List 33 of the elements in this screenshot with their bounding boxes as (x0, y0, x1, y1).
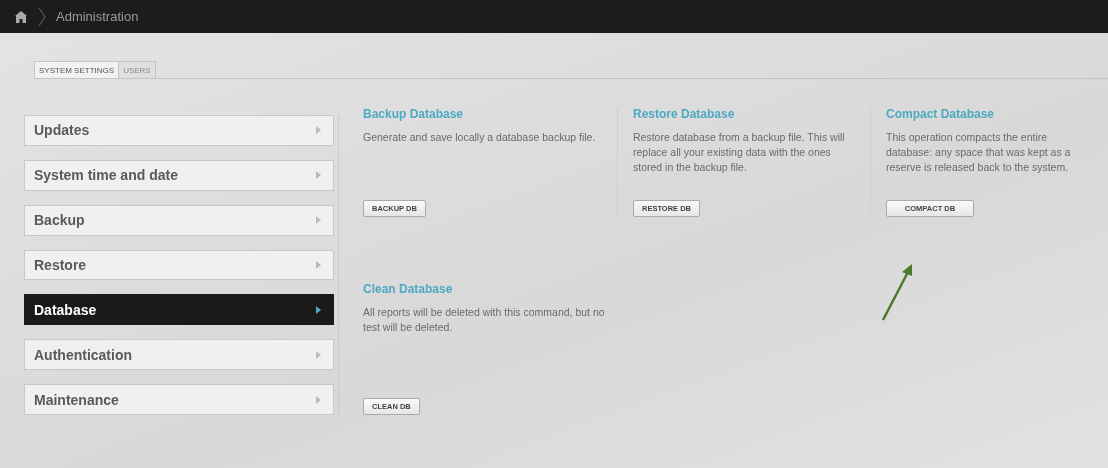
triangle-icon (316, 350, 321, 359)
sidebar-item[interactable]: Authentication (24, 339, 334, 371)
sidebar-item-label: Backup (34, 212, 85, 229)
triangle-icon (316, 395, 321, 404)
home-icon[interactable] (14, 9, 28, 24)
tab[interactable]: SYSTEM SETTINGS (34, 61, 120, 78)
sidebar-item[interactable]: Maintenance (24, 384, 334, 415)
section-title: Restore Database (633, 107, 736, 121)
section-title: Compact Database (886, 107, 996, 121)
section-description: Generate and save locally a database backup file. (363, 130, 597, 145)
sidebar-item-label: Authentication (34, 346, 132, 363)
triangle-icon (316, 216, 321, 225)
triangle-icon (316, 126, 321, 135)
breadcrumb-title: Administration (56, 9, 139, 24)
triangle-icon (316, 261, 321, 269)
chevron-icon (38, 6, 46, 27)
sidebar-item[interactable]: Restore (24, 249, 334, 281)
sidebar-item[interactable]: Database (24, 294, 334, 326)
triangle-icon (316, 171, 321, 180)
section-title: Backup Database (363, 107, 465, 121)
sidebar-item[interactable]: System time and date (24, 159, 334, 191)
section-description: This operation compacts the entire database: any space that was kept as a reserve is released back to the system. (886, 130, 1072, 175)
triangle-icon (316, 305, 321, 314)
sidebar-item-label: Restore (34, 257, 87, 273)
sidebar-item-label: Maintenance (34, 391, 119, 408)
sidebar-item[interactable]: Backup (24, 204, 334, 236)
sidebar-item[interactable]: Updates (24, 115, 334, 146)
section-description: All reports will be deleted with this command, but no test will be deleted. (363, 305, 605, 335)
sidebar-item-label: Updates (34, 122, 90, 139)
sidebar-item-label: System time and date (34, 167, 178, 184)
section-title: Clean Database (363, 282, 454, 296)
sidebar-item-label: Database (34, 301, 97, 318)
section-description: Restore database from a backup file. This will replace all your existing data with the ones stored in the backup file. (633, 130, 846, 175)
